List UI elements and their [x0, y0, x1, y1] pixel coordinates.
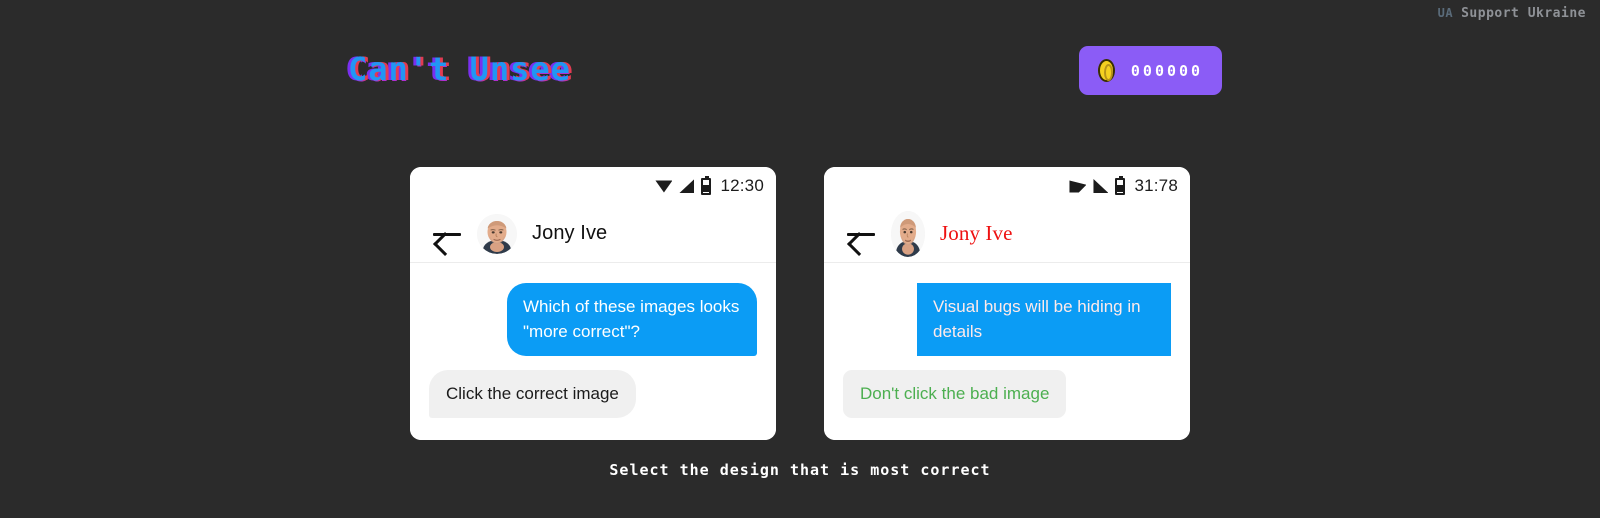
chat-header-left: Jony Ive — [410, 205, 776, 263]
signal-icon — [1093, 179, 1109, 193]
status-icons-right — [1069, 175, 1126, 195]
message-bubble-incoming-left: Click the correct image — [429, 370, 636, 418]
design-comparison-area: 12:30 Jony Ive Which of these images loo… — [0, 167, 1600, 440]
contact-avatar-left — [477, 213, 517, 254]
battery-icon — [701, 175, 712, 195]
design-option-right[interactable]: 31:78 Jony Ive Visual bugs will be hidin… — [824, 167, 1190, 440]
chat-header-right: Jony Ive — [824, 205, 1190, 263]
wifi-icon — [655, 180, 673, 193]
status-time-right: 31:78 — [1134, 176, 1178, 195]
status-time-left: 12:30 — [720, 176, 764, 195]
message-bubble-outgoing-left: Which of these images looks "more correc… — [507, 283, 757, 356]
status-icons-left — [655, 175, 712, 195]
instruction-caption: Select the design that is most correct — [609, 461, 991, 479]
message-row-incoming-right: Don't click the bad image — [843, 370, 1171, 418]
message-bubble-outgoing-right: Visual bugs will be hiding in details — [917, 283, 1171, 356]
page-header: Can't Unsee 000000 — [0, 0, 1600, 140]
battery-icon — [1115, 175, 1126, 195]
message-row-incoming-left: Click the correct image — [429, 370, 757, 418]
signal-icon — [679, 179, 695, 193]
contact-name-left: Jony Ive — [532, 222, 608, 244]
chat-body-left: Which of these images looks "more correc… — [410, 263, 776, 440]
message-bubble-incoming-right: Don't click the bad image — [843, 370, 1067, 418]
coin-icon — [1097, 59, 1115, 82]
coin-counter[interactable]: 000000 — [1079, 46, 1222, 95]
status-bar-right: 31:78 — [824, 167, 1190, 205]
back-arrow-icon[interactable] — [846, 221, 876, 247]
chat-body-right: Visual bugs will be hiding in details Do… — [824, 263, 1190, 440]
message-row-outgoing-left: Which of these images looks "more correc… — [429, 283, 757, 356]
app-logo[interactable]: Can't Unsee — [348, 50, 571, 88]
contact-name-right: Jony Ive — [940, 221, 1013, 245]
back-arrow-icon[interactable] — [432, 221, 462, 247]
message-row-outgoing-right: Visual bugs will be hiding in details — [843, 283, 1171, 356]
contact-avatar-right — [891, 210, 925, 257]
coin-count-value: 000000 — [1130, 61, 1204, 80]
design-option-left[interactable]: 12:30 Jony Ive Which of these images loo… — [410, 167, 776, 440]
status-bar-left: 12:30 — [410, 167, 776, 205]
wifi-icon — [1069, 180, 1087, 193]
